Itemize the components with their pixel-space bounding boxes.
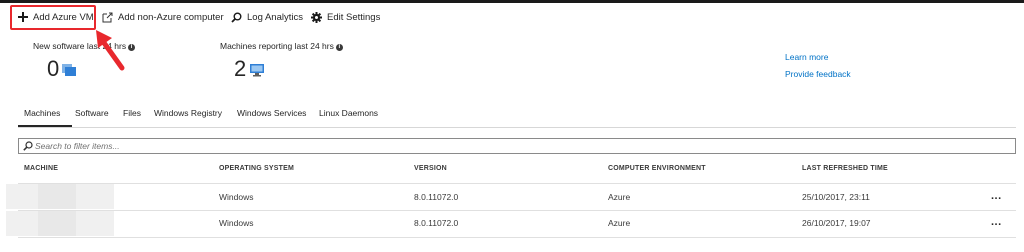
- machines-reporting-value: 2: [234, 56, 247, 81]
- tab-files[interactable]: Files: [123, 108, 141, 118]
- software-package-icon: [62, 64, 76, 76]
- version-cell: 8.0.11072.0: [414, 218, 459, 228]
- environment-cell: Azure: [608, 218, 631, 228]
- machine-name-redacted: [38, 184, 76, 209]
- new-software-value: 0: [47, 56, 60, 81]
- search-icon: [23, 141, 33, 151]
- log-analytics-button[interactable]: Log Analytics: [231, 9, 303, 25]
- annotation-arrow: [96, 30, 125, 71]
- version-cell: 8.0.11072.0: [414, 192, 459, 202]
- os-cell: Windows: [219, 218, 254, 228]
- tab-windows-services[interactable]: Windows Services: [237, 108, 306, 118]
- tabs-divider: [18, 127, 1016, 128]
- search-icon: [231, 12, 242, 23]
- edit-settings-label: Edit Settings: [327, 11, 381, 23]
- environment-cell: Azure: [608, 192, 631, 202]
- row-divider: [18, 183, 1016, 184]
- info-icon[interactable]: i: [335, 44, 343, 51]
- more-actions-button[interactable]: ...: [991, 190, 1002, 202]
- column-header-operating-system[interactable]: OPERATING SYSTEM: [219, 165, 294, 172]
- search-box[interactable]: [18, 138, 1016, 154]
- last-refreshed-cell: 25/10/2017, 23:11: [802, 192, 870, 202]
- gear-icon: [311, 11, 322, 23]
- add-non-azure-computer-button[interactable]: Add non-Azure computer: [102, 9, 224, 25]
- column-header-version[interactable]: VERSION: [414, 165, 447, 172]
- column-header-last-refreshed-time[interactable]: LAST REFRESHED TIME: [802, 165, 888, 172]
- os-cell: Windows: [219, 192, 254, 202]
- last-refreshed-cell: 26/10/2017, 19:07: [802, 218, 871, 228]
- monitor-icon: [250, 64, 264, 77]
- more-actions-button[interactable]: ...: [991, 216, 1002, 228]
- row-divider: [18, 237, 1016, 238]
- tab-linux-daemons[interactable]: Linux Daemons: [319, 108, 378, 118]
- learn-more-link[interactable]: Learn more: [785, 52, 828, 62]
- column-header-computer-environment[interactable]: COMPUTER ENVIRONMENT: [608, 165, 706, 172]
- provide-feedback-link[interactable]: Provide feedback: [785, 69, 851, 79]
- machines-reporting-label: Machines reporting last 24 hrs i: [220, 41, 343, 51]
- tab-software[interactable]: Software: [75, 108, 109, 118]
- row-divider: [18, 210, 1016, 211]
- machine-name-redacted: [38, 211, 76, 236]
- external-link-icon: [102, 12, 113, 22]
- annotation-highlight-box: [10, 5, 96, 30]
- machines-reporting-label-text: Machines reporting last 24 hrs: [220, 41, 334, 51]
- search-input[interactable]: [35, 140, 995, 152]
- log-analytics-label: Log Analytics: [247, 11, 303, 23]
- add-non-azure-computer-label: Add non-Azure computer: [118, 11, 224, 23]
- edit-settings-button[interactable]: Edit Settings: [311, 9, 380, 25]
- command-bar: Add Azure VM Add non-Azure computer Log …: [0, 3, 1024, 30]
- tab-machines[interactable]: Machines: [24, 108, 60, 118]
- tab-windows-registry[interactable]: Windows Registry: [154, 108, 222, 118]
- column-header-machine[interactable]: MACHINE: [24, 165, 58, 172]
